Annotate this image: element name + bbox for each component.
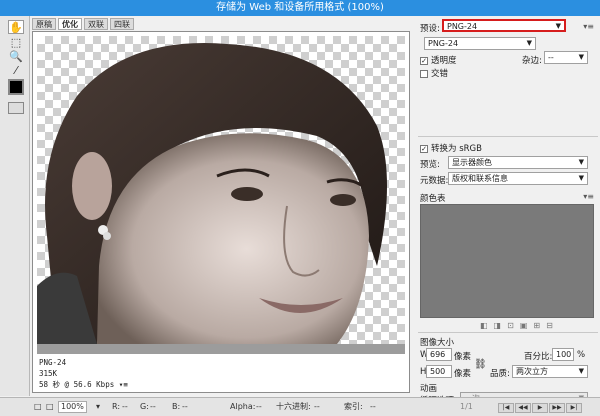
chevron-down-icon: ▼ <box>578 158 584 166</box>
preview-label: 预览: <box>420 160 440 170</box>
hand-icon[interactable]: ✋ <box>8 20 24 34</box>
first-frame-button[interactable]: |◀ <box>498 403 514 413</box>
r-value: -- <box>122 402 128 411</box>
preview-select[interactable]: 显示器颜色 ▼ <box>448 156 588 169</box>
color-table-tools[interactable]: ◧◨⊡▣⊞⊟ <box>480 321 559 330</box>
format-value: PNG-24 <box>428 39 459 48</box>
toolbox: ✋ ⬚ 🔍 ⁄ <box>0 16 30 396</box>
matte-label: 杂边: <box>522 56 542 66</box>
checkbox-checked-icon: ✓ <box>420 144 428 153</box>
chevron-down-icon: ▼ <box>578 174 584 182</box>
convert-srgb-checkbox[interactable]: ✓ 转换为 sRGB <box>420 142 482 154</box>
width-input[interactable]: 696 <box>426 348 452 361</box>
preview-frame: PNG-24 315K 58 秒 @ 56.6 Kbps ▾≡ <box>32 31 410 393</box>
color-table-menu-icon[interactable]: ▾≡ <box>583 192 594 201</box>
play-button[interactable]: ▶ <box>532 403 548 413</box>
view-tabs: 原稿 优化 双联 四联 <box>32 18 136 30</box>
color-table-label: 颜色表 <box>420 194 446 204</box>
animation-label: 动画 <box>420 384 438 394</box>
zoom-minus-button[interactable]: □ <box>34 398 42 416</box>
interlaced-checkbox[interactable]: 交错 <box>420 67 448 79</box>
zoom-icon[interactable]: 🔍 <box>8 50 24 64</box>
hex-value: -- <box>314 402 320 411</box>
chevron-down-icon: ▼ <box>526 39 532 47</box>
metadata-select[interactable]: 版权和联系信息 ▼ <box>448 172 588 185</box>
convert-srgb-label: 转换为 sRGB <box>431 144 482 154</box>
metadata-label: 元数据: <box>420 176 449 186</box>
preset-value: PNG-24 <box>447 22 478 31</box>
transparency-label: 透明度 <box>431 56 457 66</box>
last-frame-button[interactable]: ▶| <box>566 403 582 413</box>
preset-label: 预设: <box>420 24 440 34</box>
transparency-checkbox[interactable]: ✓ 透明度 <box>420 54 457 66</box>
r-label: R: <box>112 402 121 411</box>
color-table[interactable] <box>420 204 594 318</box>
portrait-image <box>37 43 387 344</box>
alpha-value: -- <box>256 402 262 411</box>
index-label: 索引: <box>344 402 363 411</box>
b-label: B: <box>172 402 181 411</box>
menu-icon[interactable]: ▾≡ <box>119 380 128 389</box>
g-label: G: <box>140 402 149 411</box>
divider <box>418 136 598 137</box>
height-unit: 像素 <box>454 369 472 379</box>
tab-2up[interactable]: 双联 <box>84 18 108 30</box>
link-icon[interactable]: ⛓ <box>474 359 487 370</box>
percent-unit: % <box>577 350 586 360</box>
status-bar: □ □ 100% ▾ R: -- G: -- B: -- Alpha: -- 十… <box>0 397 600 416</box>
chevron-down-icon: ▼ <box>555 22 561 30</box>
quality-label: 品质: <box>490 369 510 379</box>
metadata-value: 版权和联系信息 <box>452 174 508 183</box>
preview-size: 315K <box>39 369 58 378</box>
zoom-select[interactable]: 100% <box>58 401 87 413</box>
percent-label: 百分比: <box>524 352 553 362</box>
image-size-label: 图像大小 <box>420 338 455 348</box>
preview-value: 显示器颜色 <box>452 158 492 167</box>
index-value: -- <box>370 402 376 411</box>
optimization-info: PNG-24 315K 58 秒 @ 56.6 Kbps ▾≡ <box>39 357 128 390</box>
format-select[interactable]: PNG-24 ▼ <box>424 37 536 50</box>
eyedropper-color-swatch[interactable] <box>8 79 24 95</box>
matte-select[interactable]: -- ▼ <box>544 51 588 64</box>
checkbox-unchecked-icon <box>420 69 428 78</box>
chevron-down-icon[interactable]: ▾ <box>96 398 100 416</box>
chevron-down-icon: ▼ <box>578 53 584 61</box>
height-input[interactable]: 500 <box>426 365 452 378</box>
animation-controls: |◀ ◀◀ ▶ ▶▶ ▶| <box>498 398 583 416</box>
tab-4up[interactable]: 四联 <box>110 18 134 30</box>
frame-counter: 1/1 <box>460 402 473 411</box>
width-unit: 像素 <box>454 352 472 362</box>
tab-original[interactable]: 原稿 <box>32 18 56 30</box>
prev-frame-button[interactable]: ◀◀ <box>515 403 531 413</box>
slice-select-icon[interactable]: ⬚ <box>8 36 24 50</box>
preset-select[interactable]: PNG-24 ▼ <box>442 19 566 32</box>
zoom-plus-button[interactable]: □ <box>46 398 54 416</box>
interlaced-label: 交错 <box>431 69 449 79</box>
b-value: -- <box>182 402 188 411</box>
next-frame-button[interactable]: ▶▶ <box>549 403 565 413</box>
alpha-label: Alpha: <box>230 402 256 411</box>
toggle-slices-button[interactable] <box>8 102 24 114</box>
settings-panel: 预设: PNG-24 ▼ ▾≡ PNG-24 ▼ ✓ 透明度 杂边: -- ▼ 交… <box>414 16 600 406</box>
window-title: 存储为 Web 和设备所用格式 (100%) <box>0 0 600 16</box>
preview-scroll-bar[interactable] <box>37 344 405 354</box>
hex-label: 十六进制: <box>276 402 311 411</box>
quality-select[interactable]: 两次立方 ▼ <box>512 365 588 378</box>
percent-input[interactable]: 100 <box>552 348 574 361</box>
preview-format: PNG-24 <box>39 358 67 367</box>
matte-value: -- <box>548 53 554 62</box>
tab-optimized[interactable]: 优化 <box>58 18 82 30</box>
optimize-menu-icon[interactable]: ▾≡ <box>583 22 594 31</box>
quality-value: 两次立方 <box>516 367 548 376</box>
chevron-down-icon: ▼ <box>578 367 584 375</box>
g-value: -- <box>150 402 156 411</box>
divider <box>418 332 598 333</box>
preview-image[interactable] <box>37 36 405 344</box>
preview-download-time: 58 秒 @ 56.6 Kbps <box>39 380 115 389</box>
checkbox-checked-icon: ✓ <box>420 56 428 65</box>
eyedropper-icon[interactable]: ⁄ <box>8 64 24 78</box>
